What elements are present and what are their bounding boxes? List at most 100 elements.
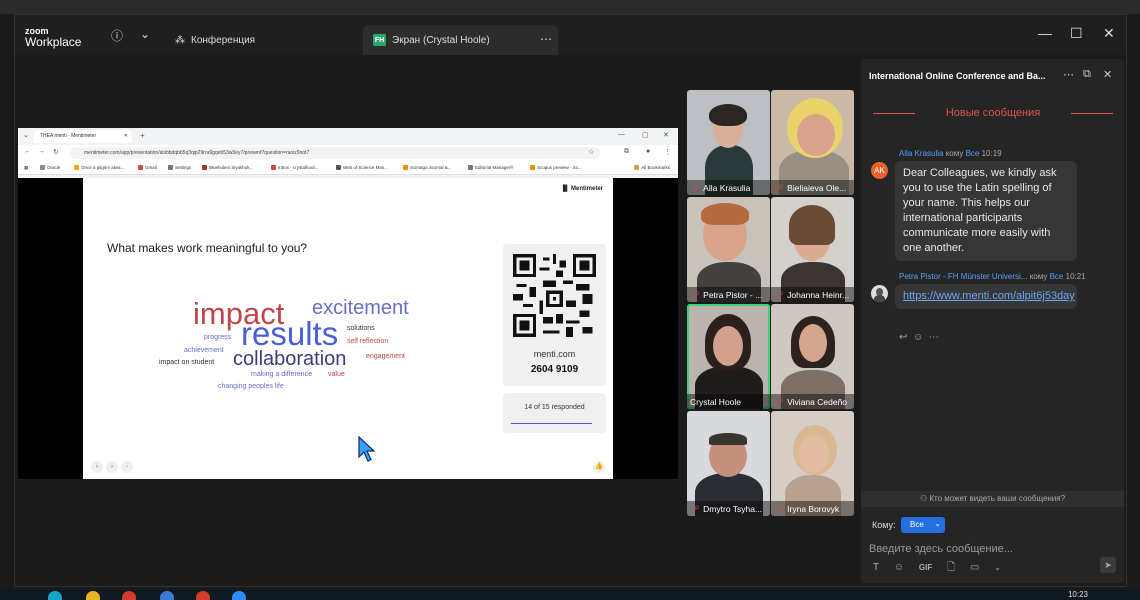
popout-icon[interactable]: ⧉ bbox=[1083, 68, 1091, 81]
bookmark[interactable]: Scimago Journal &... bbox=[403, 165, 452, 171]
tab-screen-badge: FH bbox=[373, 34, 386, 46]
new-tab-icon[interactable]: + bbox=[140, 131, 145, 140]
message-bubble: Dear Colleagues, we kindly ask you to us… bbox=[895, 161, 1077, 261]
mic-muted-icon: 🎤︎ bbox=[774, 398, 785, 407]
send-icon[interactable]: ➤ bbox=[1100, 557, 1116, 573]
who-can-see-bar[interactable]: ⚇ Кто может видеть ваши сообщения? bbox=[861, 491, 1124, 507]
mic-muted-icon: 🎤︎ bbox=[690, 184, 701, 193]
menti-link[interactable]: https://www.menti.com/alpit6j53day bbox=[903, 290, 1075, 302]
taskbar-app-icon[interactable] bbox=[160, 591, 174, 600]
more-options-icon[interactable]: ⋯ bbox=[540, 32, 552, 46]
address-bar[interactable]: mentimeter.com/app/presentation/alsbbdqb… bbox=[70, 147, 600, 159]
taskbar-app-icon[interactable] bbox=[232, 591, 246, 600]
bookmark[interactable]: Inbox - crystalhool... bbox=[271, 165, 318, 171]
close-icon[interactable]: ✕ bbox=[1103, 25, 1115, 42]
address-url: mentimeter.com/app/presentation/alsbbdqb… bbox=[84, 150, 310, 156]
bookmark[interactable]: Editorial Manager® bbox=[468, 165, 514, 171]
taskbar-app-icon[interactable] bbox=[196, 591, 210, 600]
shared-screen: ⌄ THEA menti - Mentimeter ✕ + — ▢ ✕ ← → … bbox=[18, 128, 678, 479]
screenshot-icon[interactable]: ▭ bbox=[970, 562, 979, 573]
reload-icon[interactable]: ↻ bbox=[53, 148, 59, 156]
video-tile[interactable]: 🎤︎ Johanna Heinr... bbox=[771, 197, 854, 302]
taskbar-app-icon[interactable] bbox=[122, 591, 136, 600]
chat-toolbar: T ☺ GIF 🗋︎ ▭ ⌄ bbox=[873, 560, 1013, 577]
message-input[interactable] bbox=[869, 541, 1114, 557]
browser-minimize-icon[interactable]: — bbox=[618, 131, 625, 138]
video-tile[interactable]: 🎤︎ Bieliaieva Ole... bbox=[771, 90, 854, 195]
forward-icon[interactable]: → bbox=[38, 148, 45, 155]
video-tile[interactable]: 🎤︎ Viviana Cedeño bbox=[771, 304, 854, 409]
maximize-icon[interactable]: ☐ bbox=[1070, 25, 1083, 42]
bookmark[interactable]: Settings bbox=[168, 165, 191, 171]
tab-conference[interactable]: ⁂ Конференция bbox=[165, 25, 265, 55]
menu-icon[interactable]: ⋮ bbox=[664, 148, 671, 156]
wordcloud-word: achievement bbox=[184, 347, 224, 354]
bookmark[interactable]: Oracle bbox=[40, 165, 60, 171]
bookmark[interactable]: Gmail bbox=[138, 165, 157, 171]
mentimeter-slide: ▐▌ Mentimeter What makes work meaningful… bbox=[83, 178, 613, 479]
logo-text-workplace: Workplace bbox=[25, 35, 82, 49]
recipient: Все bbox=[965, 149, 980, 158]
taskbar-app-icon[interactable] bbox=[86, 591, 100, 600]
tab-close-icon[interactable]: ✕ bbox=[124, 133, 128, 139]
bookmark[interactable]: Scopus preview - Sc... bbox=[530, 165, 582, 171]
message-actions: ↩ ☺ ⋯ bbox=[899, 332, 939, 343]
tab-list-icon[interactable]: ⌄ bbox=[23, 131, 29, 139]
minimize-icon[interactable]: — bbox=[1038, 25, 1052, 41]
video-tile[interactable]: 🎤︎ Dmytro Tsyha... bbox=[687, 411, 770, 516]
wordcloud-word: value bbox=[328, 371, 345, 378]
chat-more-icon[interactable]: ⋯ bbox=[1063, 68, 1074, 81]
all-bookmarks[interactable]: All Bookmarks bbox=[634, 165, 670, 171]
qr-code bbox=[513, 254, 596, 337]
avatar[interactable] bbox=[871, 285, 888, 302]
mic-muted-icon: 🎤︎ bbox=[774, 184, 785, 193]
taskbar-app-icon[interactable] bbox=[48, 591, 62, 600]
bookmark[interactable]: Web of Science Mas... bbox=[336, 165, 388, 171]
mic-muted-icon: 🎤︎ bbox=[774, 291, 785, 300]
sender-name: Alla Krasulia bbox=[899, 149, 944, 158]
chevron-down-icon: ⌄ bbox=[934, 519, 941, 528]
prev-slide-icon[interactable]: ‹ bbox=[91, 461, 103, 473]
new-messages-divider: Новые сообщения bbox=[873, 107, 1113, 121]
video-tile[interactable]: 🎤︎ Petra Pistor - ... bbox=[687, 197, 770, 302]
file-icon[interactable]: 🗋︎ bbox=[947, 562, 955, 573]
info-icon[interactable]: ⓘ bbox=[111, 27, 123, 44]
apps-icon[interactable]: ▦ bbox=[24, 165, 28, 171]
gif-button[interactable]: GIF bbox=[919, 563, 932, 572]
video-tile[interactable]: 🎤︎ Iryna Borovyk bbox=[771, 411, 854, 516]
emoji-icon[interactable]: ☺ bbox=[894, 562, 904, 573]
message-bubble: https://www.menti.com/alpit6j53day bbox=[895, 284, 1077, 309]
recipient-select[interactable]: Все ⌄ bbox=[901, 517, 945, 533]
tab-screen-share[interactable]: FH Экран (Crystal Hoole) ⋯ bbox=[363, 25, 558, 55]
sender-name: Petra Pistor - FH Münster Universi... bbox=[899, 272, 1028, 281]
chat-close-icon[interactable]: ✕ bbox=[1103, 68, 1112, 81]
browser-maximize-icon[interactable]: ▢ bbox=[642, 131, 649, 139]
profile-icon[interactable]: ● bbox=[646, 148, 650, 155]
browser-tab[interactable]: THEA menti - Mentimeter ✕ bbox=[34, 130, 132, 143]
star-icon[interactable]: ☆ bbox=[588, 148, 594, 156]
more-icon[interactable]: ⋯ bbox=[929, 332, 939, 343]
response-counter: 14 of 15 responded bbox=[503, 393, 606, 433]
mic-muted-icon: 🎤︎ bbox=[690, 291, 701, 300]
clock: 10:23 bbox=[1067, 590, 1088, 599]
video-tile-active-speaker[interactable]: Crystal Hoole bbox=[687, 304, 770, 409]
back-icon[interactable]: ← bbox=[24, 148, 31, 155]
video-tile[interactable]: 🎤︎ Alla Krasulia bbox=[687, 90, 770, 195]
reply-icon[interactable]: ↩ bbox=[899, 332, 907, 343]
next-slide-icon[interactable]: › bbox=[106, 461, 118, 473]
emoji-react-icon[interactable]: ☺ bbox=[913, 332, 923, 343]
browser-close-icon[interactable]: ✕ bbox=[663, 131, 669, 139]
hint-icon[interactable]: ◦ bbox=[121, 461, 133, 473]
format-text-icon[interactable]: T bbox=[873, 562, 879, 573]
bookmark[interactable]: Błuehuleni Siyakhok... bbox=[202, 165, 253, 171]
tab-conference-label: Конференция bbox=[191, 34, 256, 46]
chevron-down-icon[interactable]: ⌄ bbox=[140, 27, 150, 41]
avatar[interactable]: AK bbox=[871, 162, 888, 179]
wordcloud-word: self reflection bbox=[347, 338, 389, 345]
extensions-icon[interactable]: ⧉ bbox=[624, 148, 629, 156]
mentimeter-logo: ▐▌ Mentimeter bbox=[560, 186, 603, 192]
wordcloud-word: collaboration bbox=[233, 348, 347, 370]
bookmark[interactable]: Once a pilgrim alwa... bbox=[74, 165, 124, 171]
reaction-icon[interactable]: 👍 bbox=[593, 461, 605, 473]
chevron-down-icon[interactable]: ⌄ bbox=[994, 563, 1001, 572]
